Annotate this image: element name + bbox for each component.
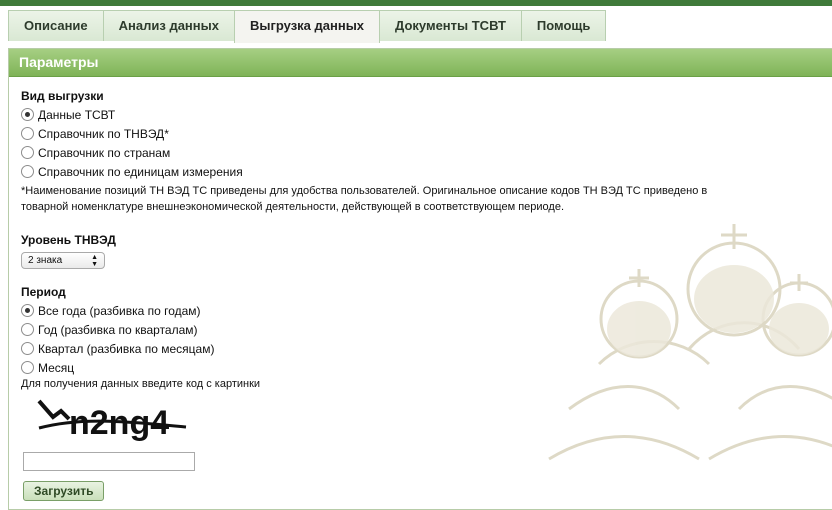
period-label: Период [21,285,66,299]
option-label: Справочник по единицам измерения [38,164,243,179]
option-label: Справочник по странам [38,145,171,160]
tab-description[interactable]: Описание [8,10,104,41]
option-label: Все года (разбивка по годам) [38,303,201,318]
export-option-hs[interactable]: Справочник по ТНВЭД* [21,124,721,143]
parameters-panel: Параметры Вид выгрузки Данные ТСВТ Справ… [8,48,832,510]
radio-button[interactable] [21,146,34,159]
period-option-quarter[interactable]: Квартал (разбивка по месяцам) [21,339,721,358]
panel-title: Параметры [9,49,832,77]
period-option-month[interactable]: Месяц [21,358,721,377]
option-label: Месяц [38,360,75,375]
level-select-value: 2 знака [28,255,63,266]
radio-button[interactable] [21,127,34,140]
export-type-label: Вид выгрузки [21,89,104,103]
tab-analysis[interactable]: Анализ данных [102,10,235,41]
captcha-input[interactable] [23,452,195,471]
radio-button[interactable] [21,323,34,336]
period-option-all-years[interactable]: Все года (разбивка по годам) [21,301,721,320]
hs-note: *Наименование позиций ТН ВЭД ТС приведен… [21,185,708,213]
select-arrows-icon: ▲ ▼ [91,253,98,268]
form-content: Вид выгрузки Данные ТСВТ Справочник по Т… [21,89,721,501]
tab-export[interactable]: Выгрузка данных [233,10,381,43]
option-label: Справочник по ТНВЭД* [38,126,169,141]
top-border [0,0,832,6]
option-label: Данные ТСВТ [38,107,116,122]
option-label: Год (разбивка по кварталам) [38,322,198,337]
radio-button[interactable] [21,361,34,374]
captcha-label: Для получения данных введите код с карти… [21,378,261,390]
captcha-text: n2ng4 [69,404,169,442]
captcha-image: n2ng4 [21,393,221,443]
level-select[interactable]: 2 знака ▲ ▼ [21,252,105,269]
level-label: Уровень ТНВЭД [21,233,116,247]
export-option-countries[interactable]: Справочник по странам [21,143,721,162]
tab-documents[interactable]: Документы ТСВТ [379,10,522,41]
submit-button[interactable]: Загрузить [23,481,105,501]
export-option-units[interactable]: Справочник по единицам измерения [21,162,721,181]
radio-button[interactable] [21,165,34,178]
tab-bar: Описание Анализ данных Выгрузка данных Д… [8,10,607,43]
radio-button[interactable] [21,108,34,121]
tab-help[interactable]: Помощь [520,10,607,41]
period-option-year[interactable]: Год (разбивка по кварталам) [21,320,721,339]
export-option-data[interactable]: Данные ТСВТ [21,105,721,124]
radio-button[interactable] [21,342,34,355]
radio-button[interactable] [21,304,34,317]
option-label: Квартал (разбивка по месяцам) [38,341,215,356]
